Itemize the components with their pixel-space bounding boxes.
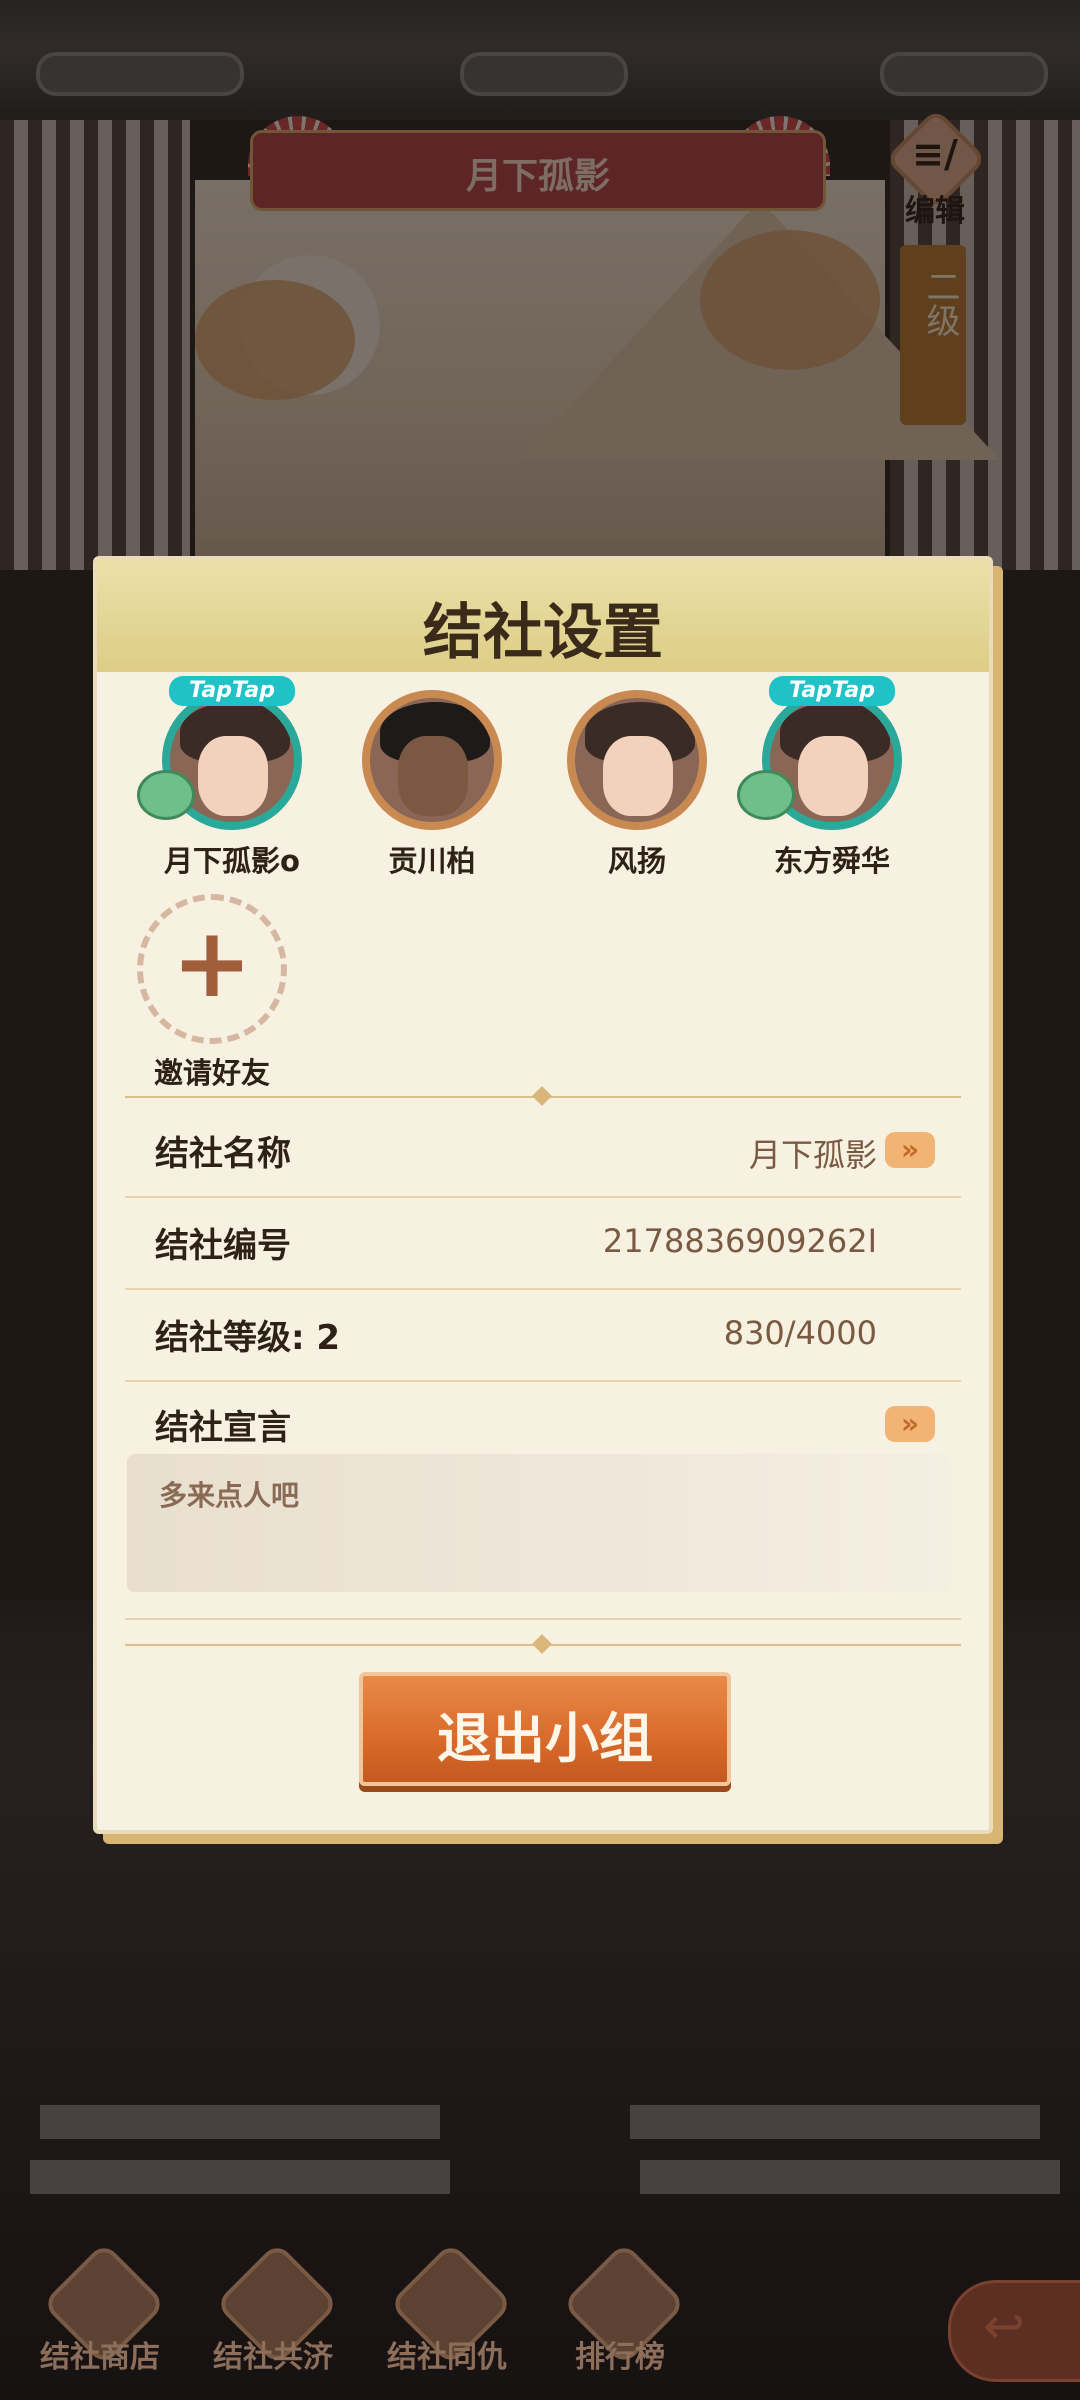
member-card[interactable]: TapTap 东方舜华 [737, 676, 927, 890]
nav-shop[interactable]: 结社商店 [25, 2241, 175, 2400]
taptap-badge: TapTap [769, 676, 895, 706]
divider-ornament [532, 1634, 552, 1654]
bottom-nav: 结社商店 结社共济 结社同仇 排行榜 [0, 2220, 1080, 2400]
nav-label: 结社共济 [213, 2340, 333, 2375]
avatar-face [398, 736, 468, 816]
nav-mutual-aid[interactable]: 结社共济 [198, 2241, 348, 2400]
society-level-label: 结社等级: 2 [155, 1318, 341, 1358]
divider [125, 1288, 961, 1290]
nav-label: 排行榜 [575, 2340, 665, 2375]
jade-ornament-icon [137, 770, 195, 820]
member-card[interactable]: 贡川柏 [337, 690, 527, 890]
member-name: 贡川柏 [388, 844, 476, 878]
quit-group-label: 退出小组 [437, 1706, 653, 1770]
back-button[interactable]: ↩ [948, 2280, 1080, 2382]
member-name: 月下孤影o [164, 844, 300, 878]
divider [125, 1634, 961, 1654]
avatar [362, 690, 502, 830]
divider [125, 1380, 961, 1382]
divider-ornament [532, 1086, 552, 1106]
invite-label: 邀请好友 [153, 1056, 270, 1090]
invite-friend-button[interactable]: + [137, 894, 287, 1044]
society-exp-value: 830/4000 [723, 1314, 877, 1352]
society-name-value: 月下孤影 [748, 1136, 877, 1174]
nav-ranking[interactable]: 排行榜 [545, 2241, 695, 2400]
avatar-face [798, 736, 868, 816]
avatar-face [603, 736, 673, 816]
avatar-face [198, 736, 268, 816]
society-id-label: 结社编号 [155, 1226, 291, 1266]
plus-icon: + [171, 907, 253, 1019]
society-name-label: 结社名称 [155, 1134, 291, 1174]
back-icon: ↩ [983, 2297, 1025, 2355]
taptap-badge: TapTap [169, 676, 295, 706]
nav-common-enemy[interactable]: 结社同仇 [372, 2241, 522, 2400]
divider [125, 1196, 961, 1198]
society-settings-dialog: 结社设置 TapTap 月下孤影o 贡川柏 风扬 TapTap 东方舜华 + 邀… [93, 556, 993, 1834]
quit-group-button[interactable]: 退出小组 [359, 1672, 731, 1786]
declaration-box: 多来点人吧 [127, 1454, 951, 1592]
member-name: 东方舜华 [773, 844, 890, 878]
nav-label: 结社商店 [40, 2340, 160, 2375]
chevron-right-icon[interactable]: » [885, 1406, 935, 1442]
divider [125, 1086, 961, 1106]
avatar [567, 690, 707, 830]
nav-label: 结社同仇 [387, 2340, 507, 2375]
declaration-text: 多来点人吧 [159, 1479, 300, 1512]
divider [125, 1618, 961, 1620]
member-name: 风扬 [607, 844, 666, 878]
member-card[interactable]: 风扬 [542, 690, 732, 890]
dialog-header: 结社设置 [97, 560, 989, 672]
chevron-right-icon[interactable]: » [885, 1132, 935, 1168]
jade-ornament-icon [737, 770, 795, 820]
society-id-value: 2178836909262I [602, 1222, 877, 1260]
member-card[interactable]: TapTap 月下孤影o [137, 676, 327, 890]
dialog-title: 结社设置 [423, 598, 663, 668]
declaration-label: 结社宣言 [155, 1408, 291, 1448]
